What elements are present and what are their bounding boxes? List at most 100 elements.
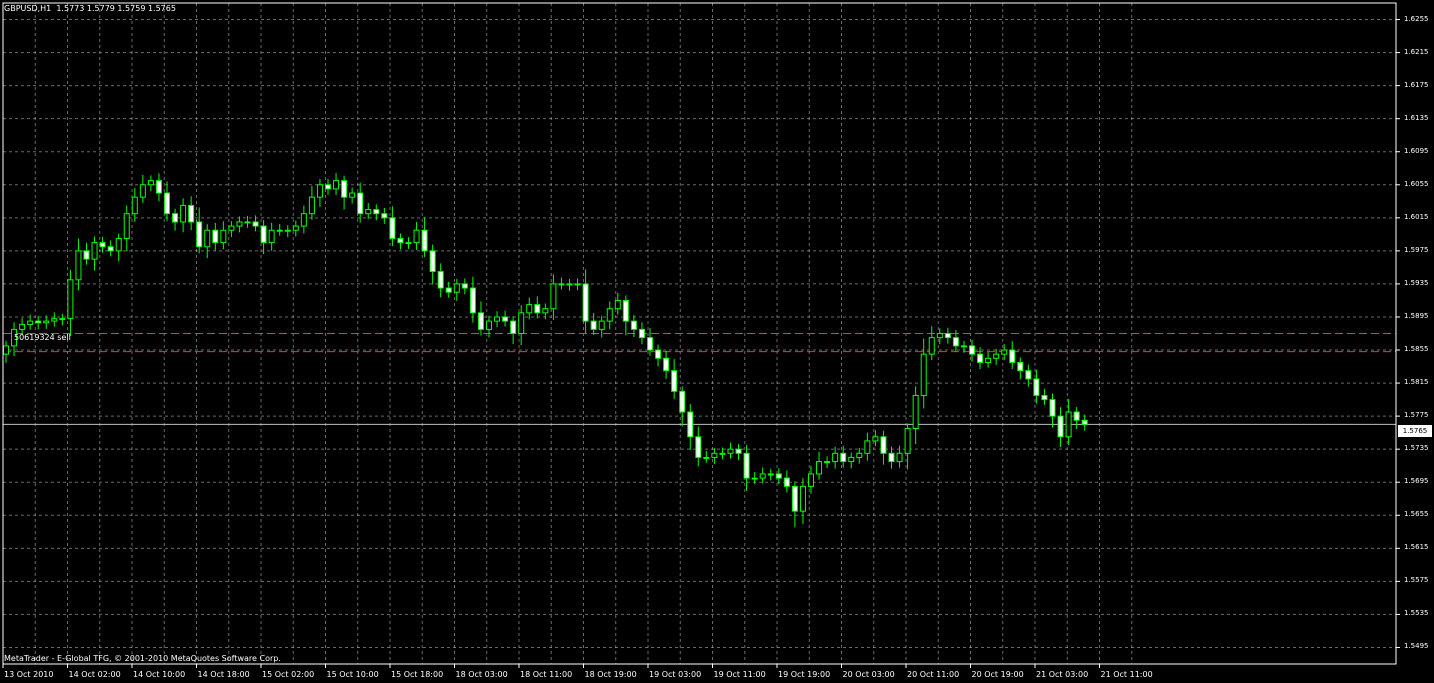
chart-title: GBPUSD,H1 1.5773 1.5779 1.5759 1.5765 — [4, 4, 176, 13]
candle-body — [518, 312, 525, 334]
candle-body — [630, 320, 637, 330]
candle-body — [1081, 419, 1088, 425]
candle — [880, 430, 887, 465]
candle-body — [131, 196, 138, 215]
chart-window[interactable]: GBPUSD,H1 1.5773 1.5779 1.5759 1.5765 50… — [0, 0, 1434, 683]
time-tick-label: 21 Oct 03:00 — [1036, 670, 1089, 679]
candle-body — [888, 452, 895, 463]
price-tick-label: 1.5855 — [1404, 345, 1429, 354]
candle-body — [671, 370, 678, 392]
candle-body — [381, 213, 388, 219]
candle-body — [35, 320, 42, 324]
time-tick-label: 14 Oct 18:00 — [197, 670, 250, 679]
candle-body — [469, 287, 476, 314]
candle-body — [590, 320, 597, 330]
candle — [663, 350, 670, 379]
candle — [196, 207, 203, 254]
candle-body — [985, 357, 992, 363]
candle-body — [252, 221, 259, 227]
candle — [735, 444, 742, 461]
candle-body — [703, 456, 710, 459]
candle-body — [816, 461, 823, 475]
candle-body — [808, 473, 814, 487]
candle-body — [1049, 399, 1056, 417]
candle-body — [775, 473, 782, 479]
candle — [791, 481, 798, 528]
candle — [477, 301, 484, 336]
candle-body — [912, 394, 919, 430]
candle-body — [51, 318, 58, 322]
candle — [816, 451, 823, 480]
candle — [679, 386, 686, 427]
candle — [413, 222, 420, 250]
chart-canvas[interactable] — [0, 0, 1434, 683]
price-tick-label: 1.6135 — [1404, 113, 1429, 122]
candle-body — [59, 318, 66, 321]
price-tick-label: 1.6055 — [1404, 179, 1429, 188]
candle — [832, 446, 839, 469]
candle-body — [848, 456, 855, 463]
candle-body — [236, 221, 243, 227]
candle-body — [864, 440, 871, 454]
candle-body — [445, 287, 452, 293]
candle — [767, 468, 774, 481]
candle-body — [791, 485, 798, 512]
candle — [566, 278, 573, 291]
candle — [155, 173, 162, 202]
candle-body — [276, 229, 283, 232]
candle-body — [308, 196, 315, 215]
candle — [220, 221, 227, 250]
candle — [751, 472, 758, 484]
time-tick-label: 14 Oct 02:00 — [68, 670, 121, 679]
price-tick-label: 1.6255 — [1404, 14, 1429, 23]
candle — [985, 351, 992, 368]
candle — [276, 223, 283, 236]
candle — [1049, 393, 1056, 428]
candle — [164, 181, 170, 222]
candle — [695, 426, 702, 467]
candle-body — [1033, 378, 1040, 396]
candle — [1073, 407, 1080, 429]
candle-body — [969, 345, 975, 355]
candle — [558, 277, 565, 290]
price-tick-label: 1.5655 — [1404, 510, 1429, 519]
candle-body — [357, 192, 364, 215]
candle-body — [526, 304, 533, 314]
candle-body — [655, 349, 662, 359]
candle — [147, 175, 154, 192]
candle — [107, 240, 114, 257]
candle-body — [502, 316, 509, 322]
candle-body — [292, 225, 299, 231]
price-tick-label: 1.5615 — [1404, 543, 1429, 552]
candle — [59, 313, 66, 326]
candle-body — [477, 312, 484, 330]
candle — [727, 442, 734, 459]
candle — [494, 311, 501, 328]
time-tick-label: 20 Oct 11:00 — [907, 670, 960, 679]
price-tick-label: 1.6215 — [1404, 47, 1429, 56]
time-tick-label: 21 Oct 11:00 — [1100, 670, 1153, 679]
candle-body — [679, 390, 686, 413]
candle-body — [542, 308, 549, 314]
candle-body — [695, 436, 702, 458]
time-tick-label: 14 Oct 10:00 — [133, 670, 186, 679]
candle-body — [365, 209, 372, 215]
candle — [300, 205, 307, 234]
candle-body — [832, 452, 839, 463]
candle-body — [429, 250, 436, 273]
candle — [333, 173, 340, 195]
candle-body — [220, 229, 227, 244]
time-tick-label: 18 Oct 03:00 — [455, 670, 508, 679]
current-price-label: 1.5765 — [1398, 425, 1432, 437]
candle-body — [341, 180, 348, 198]
candle-body — [75, 250, 82, 281]
price-tick-label: 1.5535 — [1404, 609, 1429, 618]
candle-body — [83, 250, 90, 260]
candle-body — [486, 320, 492, 330]
price-tick-label: 1.5775 — [1404, 411, 1429, 420]
candle-body — [735, 448, 742, 454]
order-label[interactable]: 50619324 sell — [14, 333, 71, 342]
candle-body — [260, 225, 267, 244]
price-tick-label: 1.5975 — [1404, 245, 1429, 254]
candle — [228, 221, 235, 238]
